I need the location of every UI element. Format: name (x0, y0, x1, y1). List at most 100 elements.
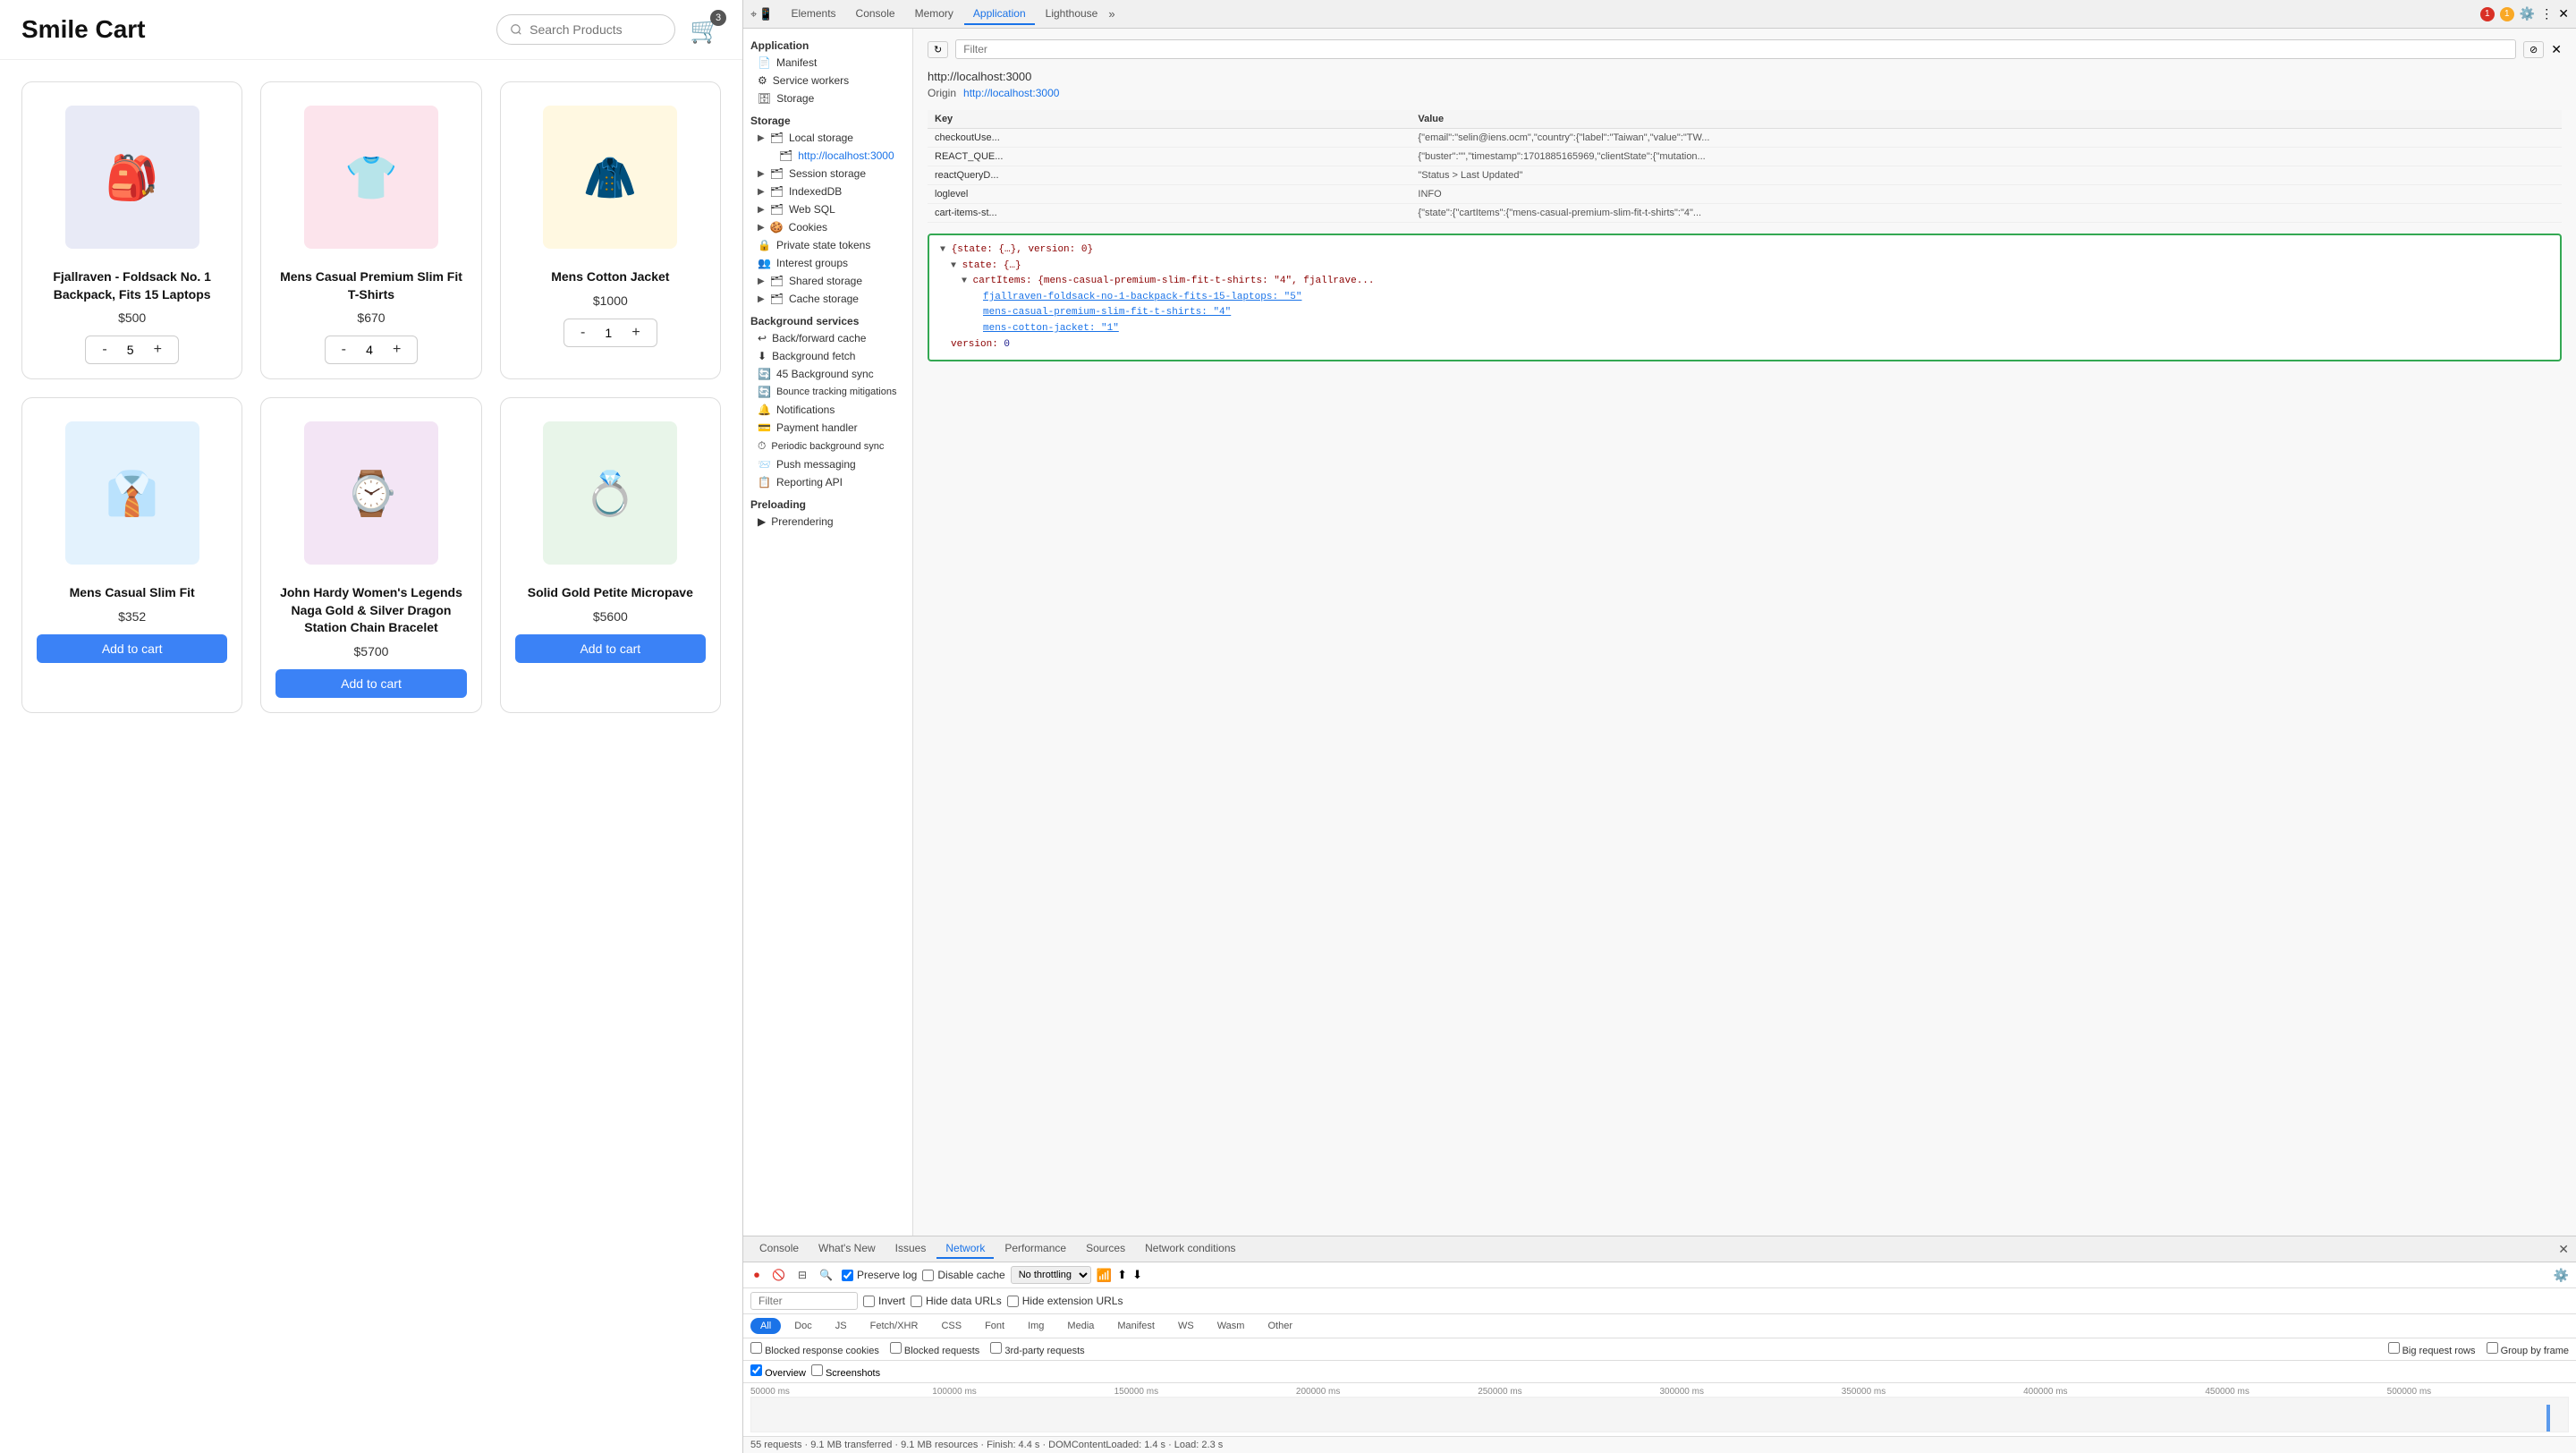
filter-pill-media[interactable]: Media (1057, 1318, 1104, 1334)
close-panel-button[interactable]: ✕ (2551, 42, 2562, 57)
filter-pill-img[interactable]: Img (1018, 1318, 1054, 1334)
sidebar-push-messaging[interactable]: 📨 Push messaging (743, 455, 912, 473)
filter-pill-ws[interactable]: WS (1168, 1318, 1204, 1334)
sidebar-web-sql[interactable]: ▶ 🗂 Web SQL (743, 200, 912, 218)
sidebar-background-fetch[interactable]: ⬇ Background fetch (743, 347, 912, 365)
disable-cache-checkbox[interactable] (922, 1270, 934, 1281)
sidebar-session-storage[interactable]: ▶ 🗂 Session storage (743, 165, 912, 183)
filter-input[interactable] (955, 39, 2516, 59)
filter-pill-other[interactable]: Other (1258, 1318, 1302, 1334)
bottom-tab-sources[interactable]: Sources (1077, 1239, 1134, 1259)
devtools-device-icon[interactable]: 📱 (758, 7, 773, 21)
table-row-3[interactable]: loglevel INFO (928, 185, 2562, 204)
json-fjallraven-link[interactable]: fjallraven-foldsack-no-1-backpack-fits-1… (983, 292, 1301, 302)
tab-elements[interactable]: Elements (783, 4, 845, 25)
bottom-tab-console[interactable]: Console (750, 1239, 808, 1259)
qty-plus-btn[interactable]: + (148, 340, 167, 360)
cart-wrapper[interactable]: 3 🛒 (690, 15, 721, 45)
bottom-close-button[interactable]: ✕ (2558, 1242, 2569, 1257)
table-row-0[interactable]: checkoutUse... {"email":"selin@iens.ocm"… (928, 129, 2562, 148)
add-to-cart-button[interactable]: Add to cart (515, 634, 706, 663)
add-to-cart-button[interactable]: Add to cart (275, 669, 466, 698)
filter-pill-all[interactable]: All (750, 1318, 781, 1334)
sidebar-notifications[interactable]: 🔔 Notifications (743, 401, 912, 419)
big-request-rows-checkbox[interactable] (2388, 1342, 2400, 1354)
sidebar-cache-storage[interactable]: ▶ 🗂 Cache storage (743, 290, 912, 308)
json-state-triangle[interactable]: ▼ (951, 261, 956, 271)
filter-pill-fetch/xhr[interactable]: Fetch/XHR (860, 1318, 928, 1334)
filter-pill-wasm[interactable]: Wasm (1208, 1318, 1255, 1334)
filter-toggle-button[interactable]: ⊟ (794, 1267, 810, 1283)
table-row-1[interactable]: REACT_QUE... {"buster":"","timestamp":17… (928, 148, 2562, 166)
sidebar-periodic-bg-sync[interactable]: ⏱ Periodic background sync (743, 437, 912, 455)
sidebar-prerendering[interactable]: ▶ Prerendering (743, 513, 912, 531)
sidebar-payment-handler[interactable]: 💳 Payment handler (743, 419, 912, 437)
sidebar-cookies[interactable]: ▶ 🍪 Cookies (743, 218, 912, 236)
sidebar-bounce-tracking[interactable]: 🔄 Bounce tracking mitigations (743, 383, 912, 401)
filter-pill-doc[interactable]: Doc (784, 1318, 822, 1334)
sidebar-storage[interactable]: 🗄 Storage (743, 89, 912, 107)
sidebar-background-sync[interactable]: 🔄 45 Background sync (743, 365, 912, 383)
bottom-tab-performance[interactable]: Performance (996, 1239, 1075, 1259)
screenshots-checkbox[interactable] (811, 1364, 823, 1376)
bottom-tab-network-conditions[interactable]: Network conditions (1136, 1239, 1244, 1259)
tab-lighthouse[interactable]: Lighthouse (1037, 4, 1107, 25)
clear-button[interactable]: 🚫 (768, 1267, 789, 1283)
qty-minus-btn[interactable]: - (575, 323, 590, 343)
bottom-tab-network[interactable]: Network (936, 1239, 994, 1259)
sidebar-reporting-api[interactable]: 📋 Reporting API (743, 473, 912, 491)
sidebar-local-storage[interactable]: ▶ 🗂 Local storage (743, 129, 912, 147)
blocked-response-checkbox[interactable] (750, 1342, 762, 1354)
json-mens-cotton-link[interactable]: mens-cotton-jacket: "1" (983, 323, 1119, 334)
search-box[interactable] (496, 14, 675, 45)
hide-extension-urls-checkbox[interactable] (1007, 1296, 1019, 1307)
table-row-4[interactable]: cart-items-st... {"state":{"cartItems":{… (928, 204, 2562, 223)
sidebar-back-forward-cache[interactable]: ↩ Back/forward cache (743, 329, 912, 347)
tab-memory[interactable]: Memory (906, 4, 962, 25)
qty-plus-btn[interactable]: + (387, 340, 406, 360)
json-cart-triangle[interactable]: ▼ (962, 276, 967, 286)
search-input[interactable] (530, 22, 662, 37)
sidebar-localhost[interactable]: 🗂 http://localhost:3000 (743, 147, 912, 165)
close-devtools-icon[interactable]: ✕ (2558, 6, 2569, 21)
add-to-cart-button[interactable]: Add to cart (37, 634, 227, 663)
sidebar-manifest[interactable]: 📄 Manifest (743, 54, 912, 72)
filter-pill-font[interactable]: Font (975, 1318, 1014, 1334)
qty-minus-btn[interactable]: - (97, 340, 112, 360)
refresh-button[interactable]: ↻ (928, 41, 948, 58)
network-settings-icon[interactable]: ⚙️ (2554, 1268, 2569, 1283)
sidebar-service-workers[interactable]: ⚙ Service workers (743, 72, 912, 89)
throttle-select[interactable]: No throttling (1011, 1266, 1091, 1284)
search-network-button[interactable]: 🔍 (816, 1267, 836, 1283)
sidebar-shared-storage[interactable]: ▶ 🗂 Shared storage (743, 272, 912, 290)
preserve-log-checkbox[interactable] (842, 1270, 853, 1281)
filter-pill-manifest[interactable]: Manifest (1107, 1318, 1165, 1334)
filter-pill-js[interactable]: JS (826, 1318, 857, 1334)
sidebar-indexed-db[interactable]: ▶ 🗂 IndexedDB (743, 183, 912, 200)
bottom-tab-issues[interactable]: Issues (886, 1239, 936, 1259)
json-root-triangle[interactable]: ▼ (940, 245, 945, 255)
export-icon[interactable]: ⬇ (1132, 1268, 1142, 1282)
bottom-tab-whats-new[interactable]: What's New (809, 1239, 885, 1259)
settings-icon[interactable]: ⚙️ (2520, 6, 2535, 21)
group-by-frame-checkbox[interactable] (2487, 1342, 2498, 1354)
sidebar-interest-groups[interactable]: 👥 Interest groups (743, 254, 912, 272)
sidebar-private-state-tokens[interactable]: 🔒 Private state tokens (743, 236, 912, 254)
third-party-checkbox[interactable] (990, 1342, 1002, 1354)
tab-application[interactable]: Application (964, 4, 1035, 25)
import-icon[interactable]: ⬆ (1117, 1268, 1127, 1282)
qty-minus-btn[interactable]: - (336, 340, 352, 360)
tab-more-icon[interactable]: » (1108, 7, 1114, 21)
blocked-requests-checkbox[interactable] (890, 1342, 902, 1354)
invert-checkbox[interactable] (863, 1296, 875, 1307)
filter-pill-css[interactable]: CSS (931, 1318, 971, 1334)
table-row-2[interactable]: reactQueryD... "Status > Last Updated" (928, 166, 2562, 185)
network-filter-input[interactable] (750, 1292, 858, 1310)
more-options-icon[interactable]: ⋮ (2540, 6, 2553, 21)
tab-console[interactable]: Console (847, 4, 904, 25)
hide-data-urls-checkbox[interactable] (911, 1296, 922, 1307)
record-button[interactable]: ⏺ (750, 1267, 763, 1284)
overview-checkbox[interactable] (750, 1364, 762, 1376)
qty-plus-btn[interactable]: + (626, 323, 645, 343)
devtools-cursor-icon[interactable]: ⌖ (750, 7, 757, 21)
